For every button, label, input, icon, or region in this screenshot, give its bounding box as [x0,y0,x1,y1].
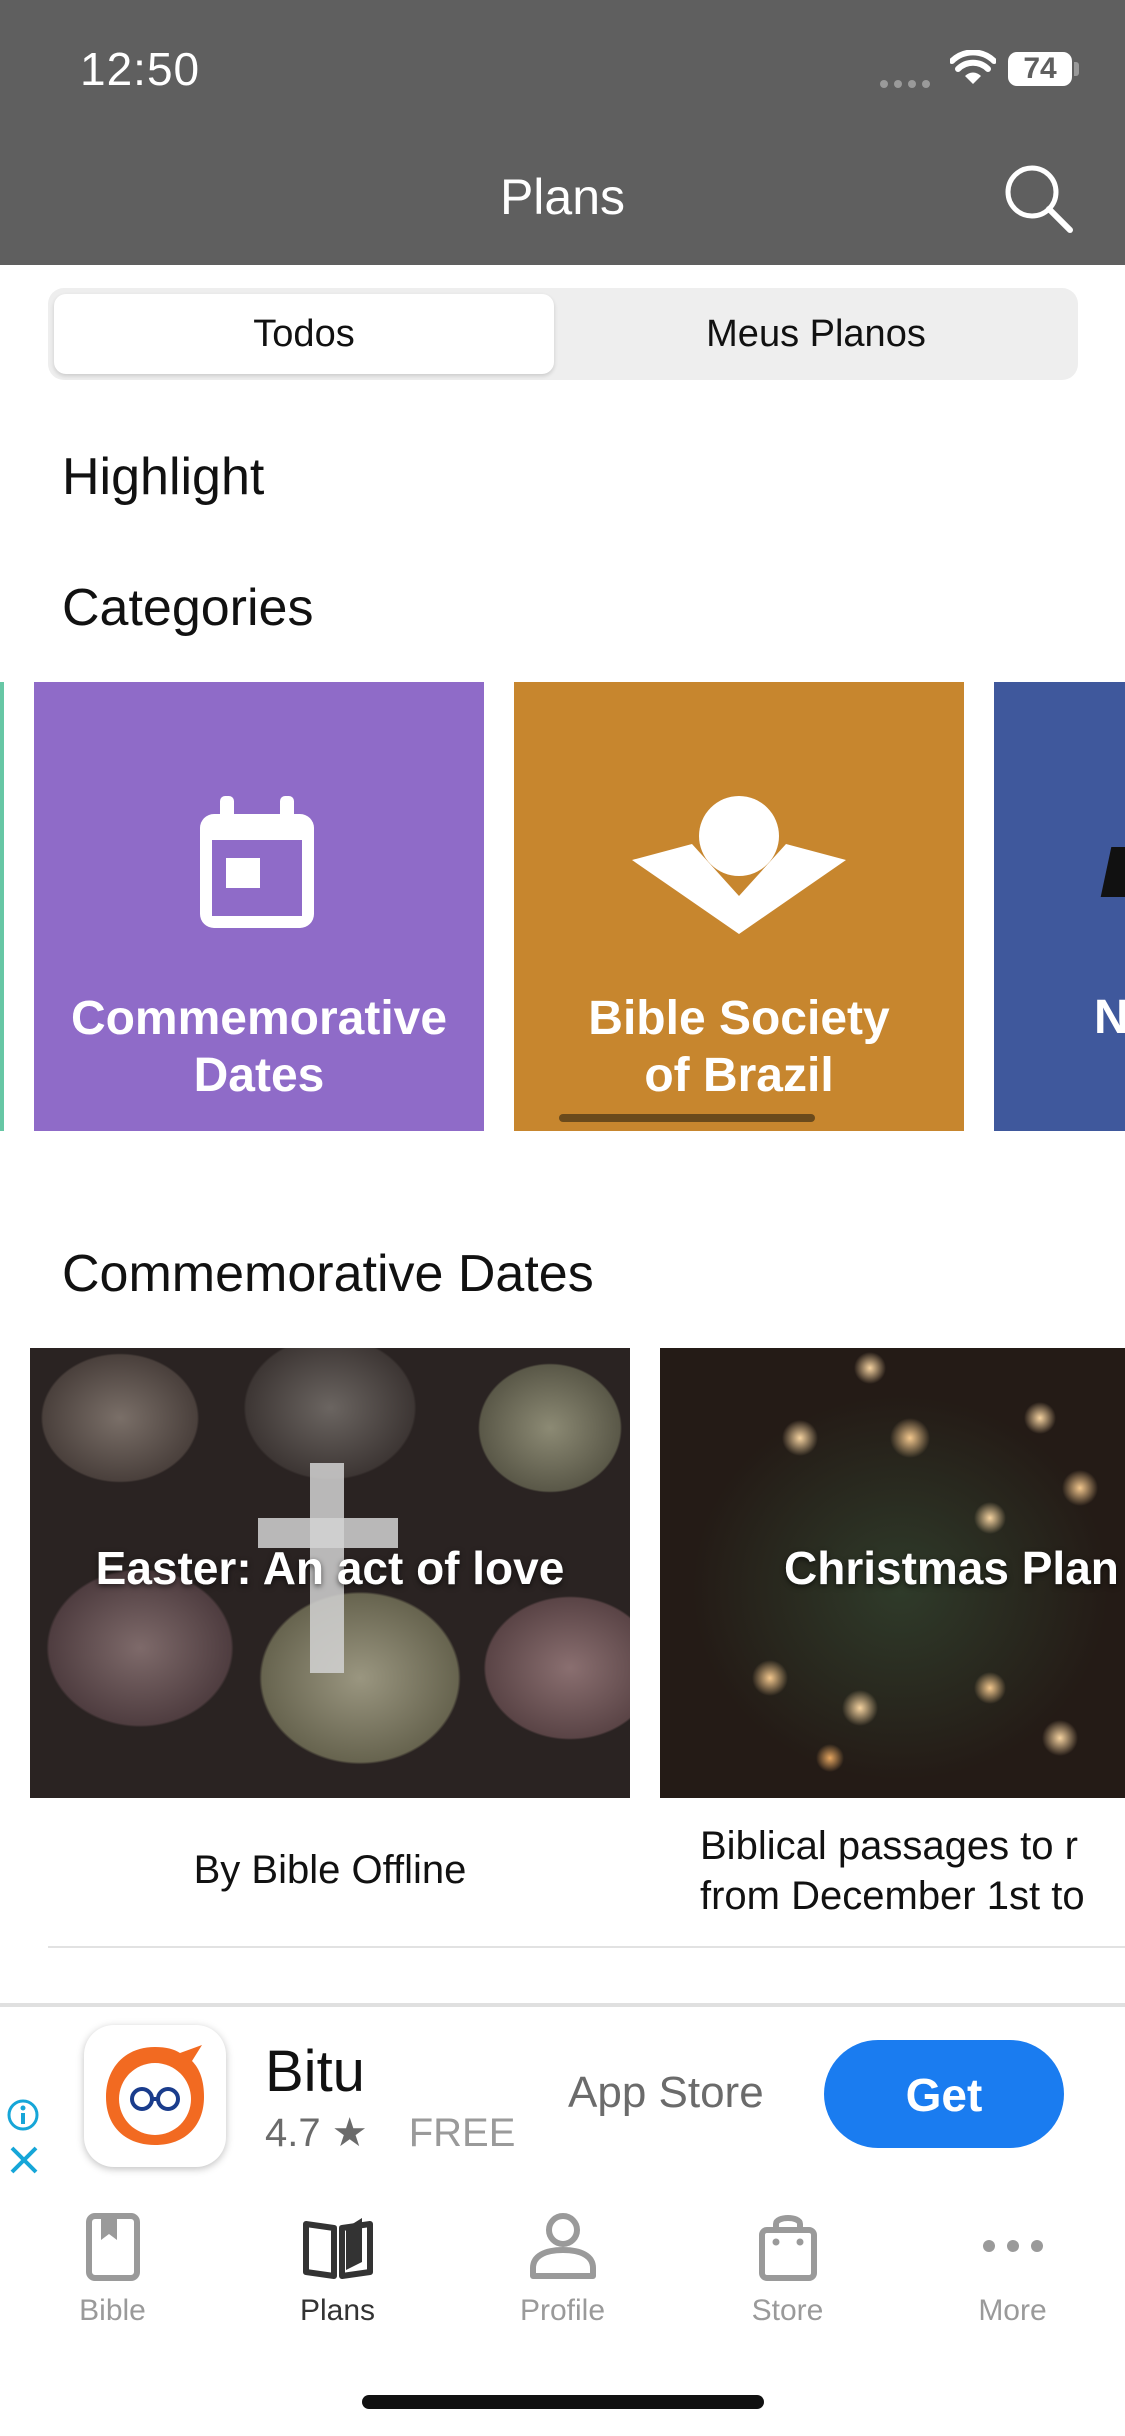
more-dots-icon [983,2240,1043,2252]
battery-cap [1074,62,1079,76]
tab-more[interactable]: More [900,2200,1125,2340]
search-icon[interactable] [1000,160,1076,236]
status-time: 12:50 [80,43,201,95]
ad-rating-value: 4.7 ★ [265,2111,368,2155]
plan-subtitle-christmas-line1: Biblical passages to r [700,1824,1078,1868]
category-card-next[interactable]: N [994,682,1125,1131]
tab-bible[interactable]: Bible [0,2200,225,2340]
tab-store[interactable]: Store [675,2200,900,2340]
tab-plans-label: Plans [299,2294,376,2327]
plan-card-christmas[interactable]: Christmas Plan [660,1348,1125,1798]
ad-get-button[interactable]: Get [824,2040,1064,2148]
plan-title-easter: Easter: An act of love [95,1542,565,1594]
ad-app-icon[interactable] [84,2025,226,2167]
category-label-line1: Bible Society [588,992,890,1045]
category-card-commemorative-dates[interactable]: Commemorative Dates [34,682,484,1131]
tab-plans[interactable]: Plans [225,2200,450,2340]
ad-info-icon[interactable] [6,2098,40,2132]
page-title: Plans [499,169,626,225]
person-icon [530,2213,596,2279]
carousel-scroll-indicator [559,1114,815,1122]
ad-close-icon[interactable] [8,2144,40,2176]
category-label-line2: Dates [193,1049,325,1102]
highlight-heading: Highlight [62,448,265,506]
tab-more-label: More [978,2294,1047,2327]
bitu-logo-icon [106,2045,204,2145]
wifi-icon [950,50,996,84]
tab-meus-planos-label: Meus Planos [706,313,926,355]
tab-profile-label: Profile [519,2294,606,2327]
cellular-signal-icon [880,75,936,88]
home-indicator [362,2395,764,2409]
battery-indicator: 74 [1008,52,1072,86]
tab-todos[interactable]: Todos [54,294,554,374]
category-logo-icon [1100,847,1125,897]
tab-todos-label: Todos [253,313,355,355]
divider [48,1946,1125,1948]
calendar-icon [200,796,314,928]
open-book-icon [303,2218,373,2279]
open-book-person-icon [632,796,846,934]
book-icon [86,2213,140,2281]
ad-store-label: App Store [568,2068,764,2117]
category-card-bible-society-of-brazil[interactable]: Bible Society of Brazil [514,682,964,1131]
shopping-bag-icon [759,2215,817,2281]
plan-subtitle-easter: By Bible Offline [193,1848,467,1892]
previous-category-edge[interactable] [0,682,4,1131]
plan-card-easter[interactable]: Easter: An act of love [30,1348,630,1798]
ad-app-rating: 4.7 ★ FREE [265,2110,515,2156]
commemorative-dates-heading: Commemorative Dates [62,1245,594,1303]
category-label-line2: of Brazil [644,1049,834,1102]
tab-bible-label: Bible [79,2294,146,2327]
ad-app-name: Bitu [265,2039,365,2104]
category-label-line1: Commemorative [70,992,448,1045]
plan-subtitle-christmas-line2: from December 1st to [700,1874,1085,1918]
tab-meus-planos[interactable]: Meus Planos [560,294,1072,374]
tab-store-label: Store [751,2294,824,2327]
category-label-partial: N [1094,991,1125,1044]
ad-price: FREE [408,2111,516,2155]
plan-title-christmas: Christmas Plan [784,1542,1119,1594]
tab-profile[interactable]: Profile [450,2200,675,2340]
categories-heading: Categories [62,579,314,637]
